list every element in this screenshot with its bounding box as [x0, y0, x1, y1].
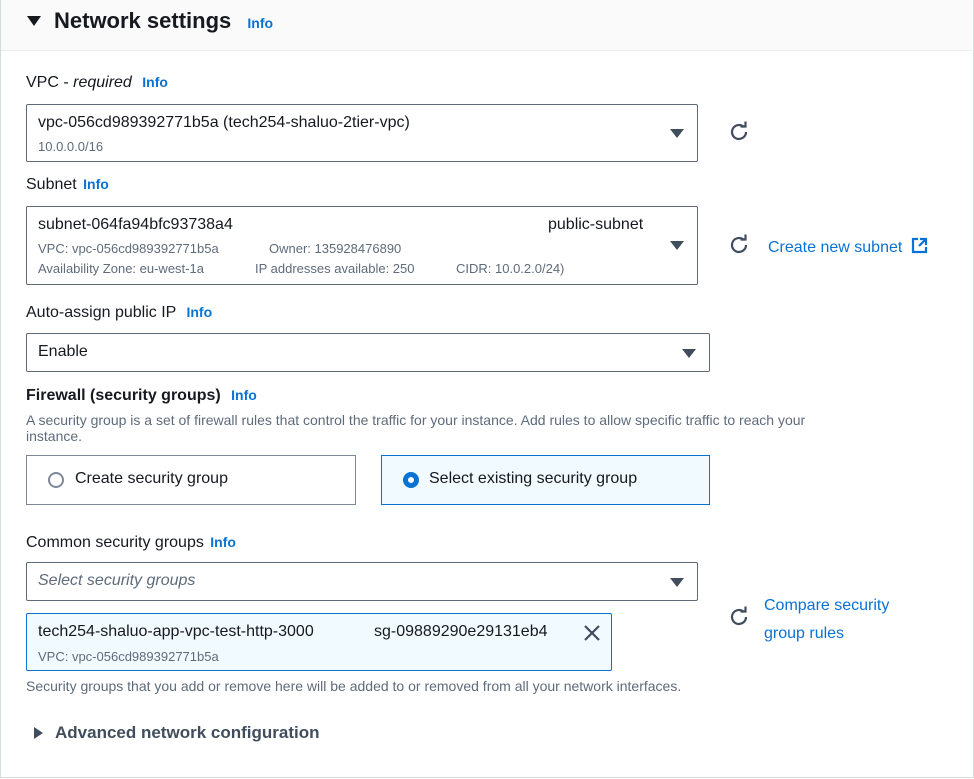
chevron-down-icon	[670, 241, 684, 250]
caret-right-icon[interactable]	[34, 727, 43, 739]
firewall-info-link[interactable]: Info	[231, 387, 257, 403]
section-info-link[interactable]: Info	[247, 15, 273, 31]
compare-link-line2: group rules	[764, 625, 845, 642]
subnet-name-tag: public-subnet	[548, 216, 644, 233]
firewall-description-line2: instance.	[26, 428, 83, 444]
firewall-label-text: Firewall (security groups)	[26, 387, 221, 404]
public-ip-select[interactable]: Enable	[26, 333, 710, 372]
create-security-group-label: Create security group	[75, 470, 228, 487]
subnet-owner-info: Owner: 135928476890	[269, 241, 402, 256]
common-sg-info-link[interactable]: Info	[210, 534, 236, 550]
vpc-info-link[interactable]: Info	[142, 74, 168, 90]
public-ip-selected-value: Enable	[38, 343, 88, 360]
security-groups-multiselect[interactable]: Select security groups	[26, 562, 698, 601]
radio-unselected-icon[interactable]	[48, 472, 64, 488]
create-new-subnet-link[interactable]: Create new subnet	[768, 235, 928, 257]
common-sg-label-text: Common security groups	[26, 534, 204, 551]
compare-link-line1: Compare security	[764, 597, 890, 614]
create-security-group-option[interactable]: Create security group	[26, 455, 356, 505]
refresh-icon[interactable]	[728, 606, 750, 628]
subnet-select[interactable]: subnet-064fa94bfc93738a4 public-subnet V…	[26, 206, 698, 285]
subnet-info-link[interactable]: Info	[83, 176, 109, 192]
refresh-icon[interactable]	[728, 234, 750, 256]
chevron-down-icon	[670, 578, 684, 587]
select-existing-security-group-option[interactable]: Select existing security group	[381, 455, 710, 505]
public-ip-label: Auto-assign public IP Info	[26, 304, 212, 322]
security-group-token-name: tech254-shaluo-app-vpc-test-http-3000	[38, 623, 314, 640]
section-header[interactable]: Network settings Info	[1, 0, 972, 51]
section-title-text: Network settings	[54, 8, 232, 33]
close-icon[interactable]	[583, 624, 601, 642]
security-groups-help-text: Security groups that you add or remove h…	[26, 678, 682, 694]
vpc-selected-value: vpc-056cd989392771b5a (tech254-shaluo-2t…	[38, 114, 410, 131]
caret-down-icon[interactable]	[27, 16, 41, 26]
refresh-icon[interactable]	[728, 121, 750, 143]
firewall-label: Firewall (security groups) Info	[26, 387, 257, 405]
vpc-label: VPC - required Info	[26, 74, 168, 92]
subnet-cidr-info: CIDR: 10.0.2.0/24)	[456, 261, 565, 276]
security-groups-placeholder: Select security groups	[38, 572, 196, 589]
subnet-selected-value: subnet-064fa94bfc93738a4	[38, 216, 233, 233]
common-sg-label: Common security groups Info	[26, 534, 236, 552]
compare-security-group-rules-link[interactable]: Compare security group rules	[764, 592, 889, 648]
vpc-required-text: required	[73, 74, 132, 91]
chevron-down-icon	[682, 349, 696, 358]
firewall-description: A security group is a set of firewall ru…	[26, 412, 956, 444]
firewall-description-line1: A security group is a set of firewall ru…	[26, 412, 806, 428]
subnet-ip-info: IP addresses available: 250	[255, 261, 415, 276]
subnet-label-text: Subnet	[26, 176, 77, 193]
advanced-network-configuration-toggle[interactable]: Advanced network configuration	[55, 723, 319, 743]
security-group-token-id: sg-09889290e29131eb4	[374, 623, 548, 640]
security-group-token-vpc: VPC: vpc-056cd989392771b5a	[38, 649, 219, 664]
public-ip-info-link[interactable]: Info	[186, 304, 212, 320]
select-existing-security-group-label: Select existing security group	[429, 470, 638, 487]
section-title: Network settings Info	[54, 8, 273, 34]
radio-selected-icon[interactable]	[403, 472, 419, 488]
subnet-label: Subnet Info	[26, 176, 109, 194]
vpc-cidr: 10.0.0.0/16	[38, 139, 104, 154]
subnet-vpc-info: VPC: vpc-056cd989392771b5a	[38, 241, 219, 256]
public-ip-label-text: Auto-assign public IP	[26, 304, 177, 321]
vpc-select[interactable]: vpc-056cd989392771b5a (tech254-shaluo-2t…	[26, 104, 698, 162]
create-new-subnet-text: Create new subnet	[768, 239, 903, 256]
external-link-icon	[911, 237, 927, 254]
subnet-az-info: Availability Zone: eu-west-1a	[38, 261, 204, 276]
security-group-token: tech254-shaluo-app-vpc-test-http-3000 sg…	[26, 613, 612, 671]
chevron-down-icon	[670, 129, 684, 138]
vpc-label-text: VPC -	[26, 74, 74, 91]
